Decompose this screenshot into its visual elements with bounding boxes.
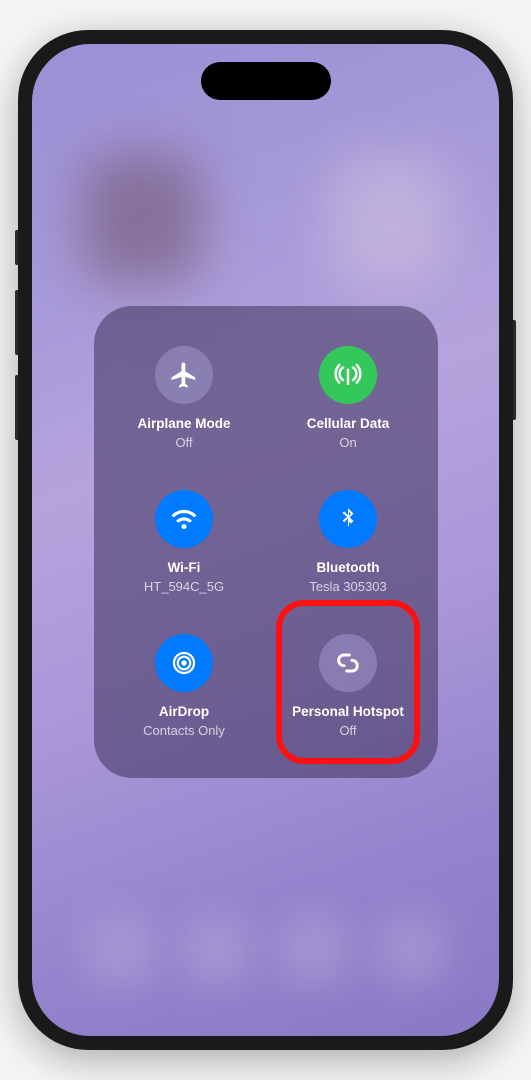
side-button [513, 320, 516, 420]
wifi-icon [155, 490, 213, 548]
airplane-status: Off [175, 435, 192, 450]
dock [32, 916, 499, 1006]
bluetooth-tile[interactable]: Bluetooth Tesla 305303 [266, 470, 430, 614]
wifi-title: Wi-Fi [168, 560, 201, 576]
airplane-mode-tile[interactable]: Airplane Mode Off [102, 326, 266, 470]
dock-app [280, 916, 348, 984]
cellular-data-tile[interactable]: Cellular Data On [266, 326, 430, 470]
airplane-icon [155, 346, 213, 404]
silent-switch [15, 230, 18, 265]
hotspot-icon [319, 634, 377, 692]
bluetooth-icon [319, 490, 377, 548]
airdrop-tile[interactable]: AirDrop Contacts Only [102, 614, 266, 758]
airdrop-icon [155, 634, 213, 692]
volume-down-button [15, 375, 18, 440]
airdrop-title: AirDrop [159, 704, 209, 720]
personal-hotspot-tile[interactable]: Personal Hotspot Off [266, 614, 430, 758]
screen: Airplane Mode Off Cellular Data On [32, 44, 499, 1036]
hotspot-status: Off [339, 723, 356, 738]
dock-app [183, 916, 251, 984]
connectivity-panel: Airplane Mode Off Cellular Data On [94, 306, 438, 778]
wifi-tile[interactable]: Wi-Fi HT_594C_5G [102, 470, 266, 614]
bluetooth-title: Bluetooth [317, 560, 380, 576]
dock-app [86, 916, 154, 984]
bluetooth-status: Tesla 305303 [309, 579, 386, 594]
airdrop-status: Contacts Only [143, 723, 225, 738]
cellular-status: On [339, 435, 356, 450]
dynamic-island [201, 62, 331, 100]
volume-up-button [15, 290, 18, 355]
cellular-title: Cellular Data [307, 416, 390, 432]
hotspot-title: Personal Hotspot [292, 704, 404, 720]
wifi-status: HT_594C_5G [144, 579, 224, 594]
cellular-icon [319, 346, 377, 404]
dock-app [377, 916, 445, 984]
airplane-title: Airplane Mode [137, 416, 230, 432]
iphone-frame: Airplane Mode Off Cellular Data On [18, 30, 513, 1050]
